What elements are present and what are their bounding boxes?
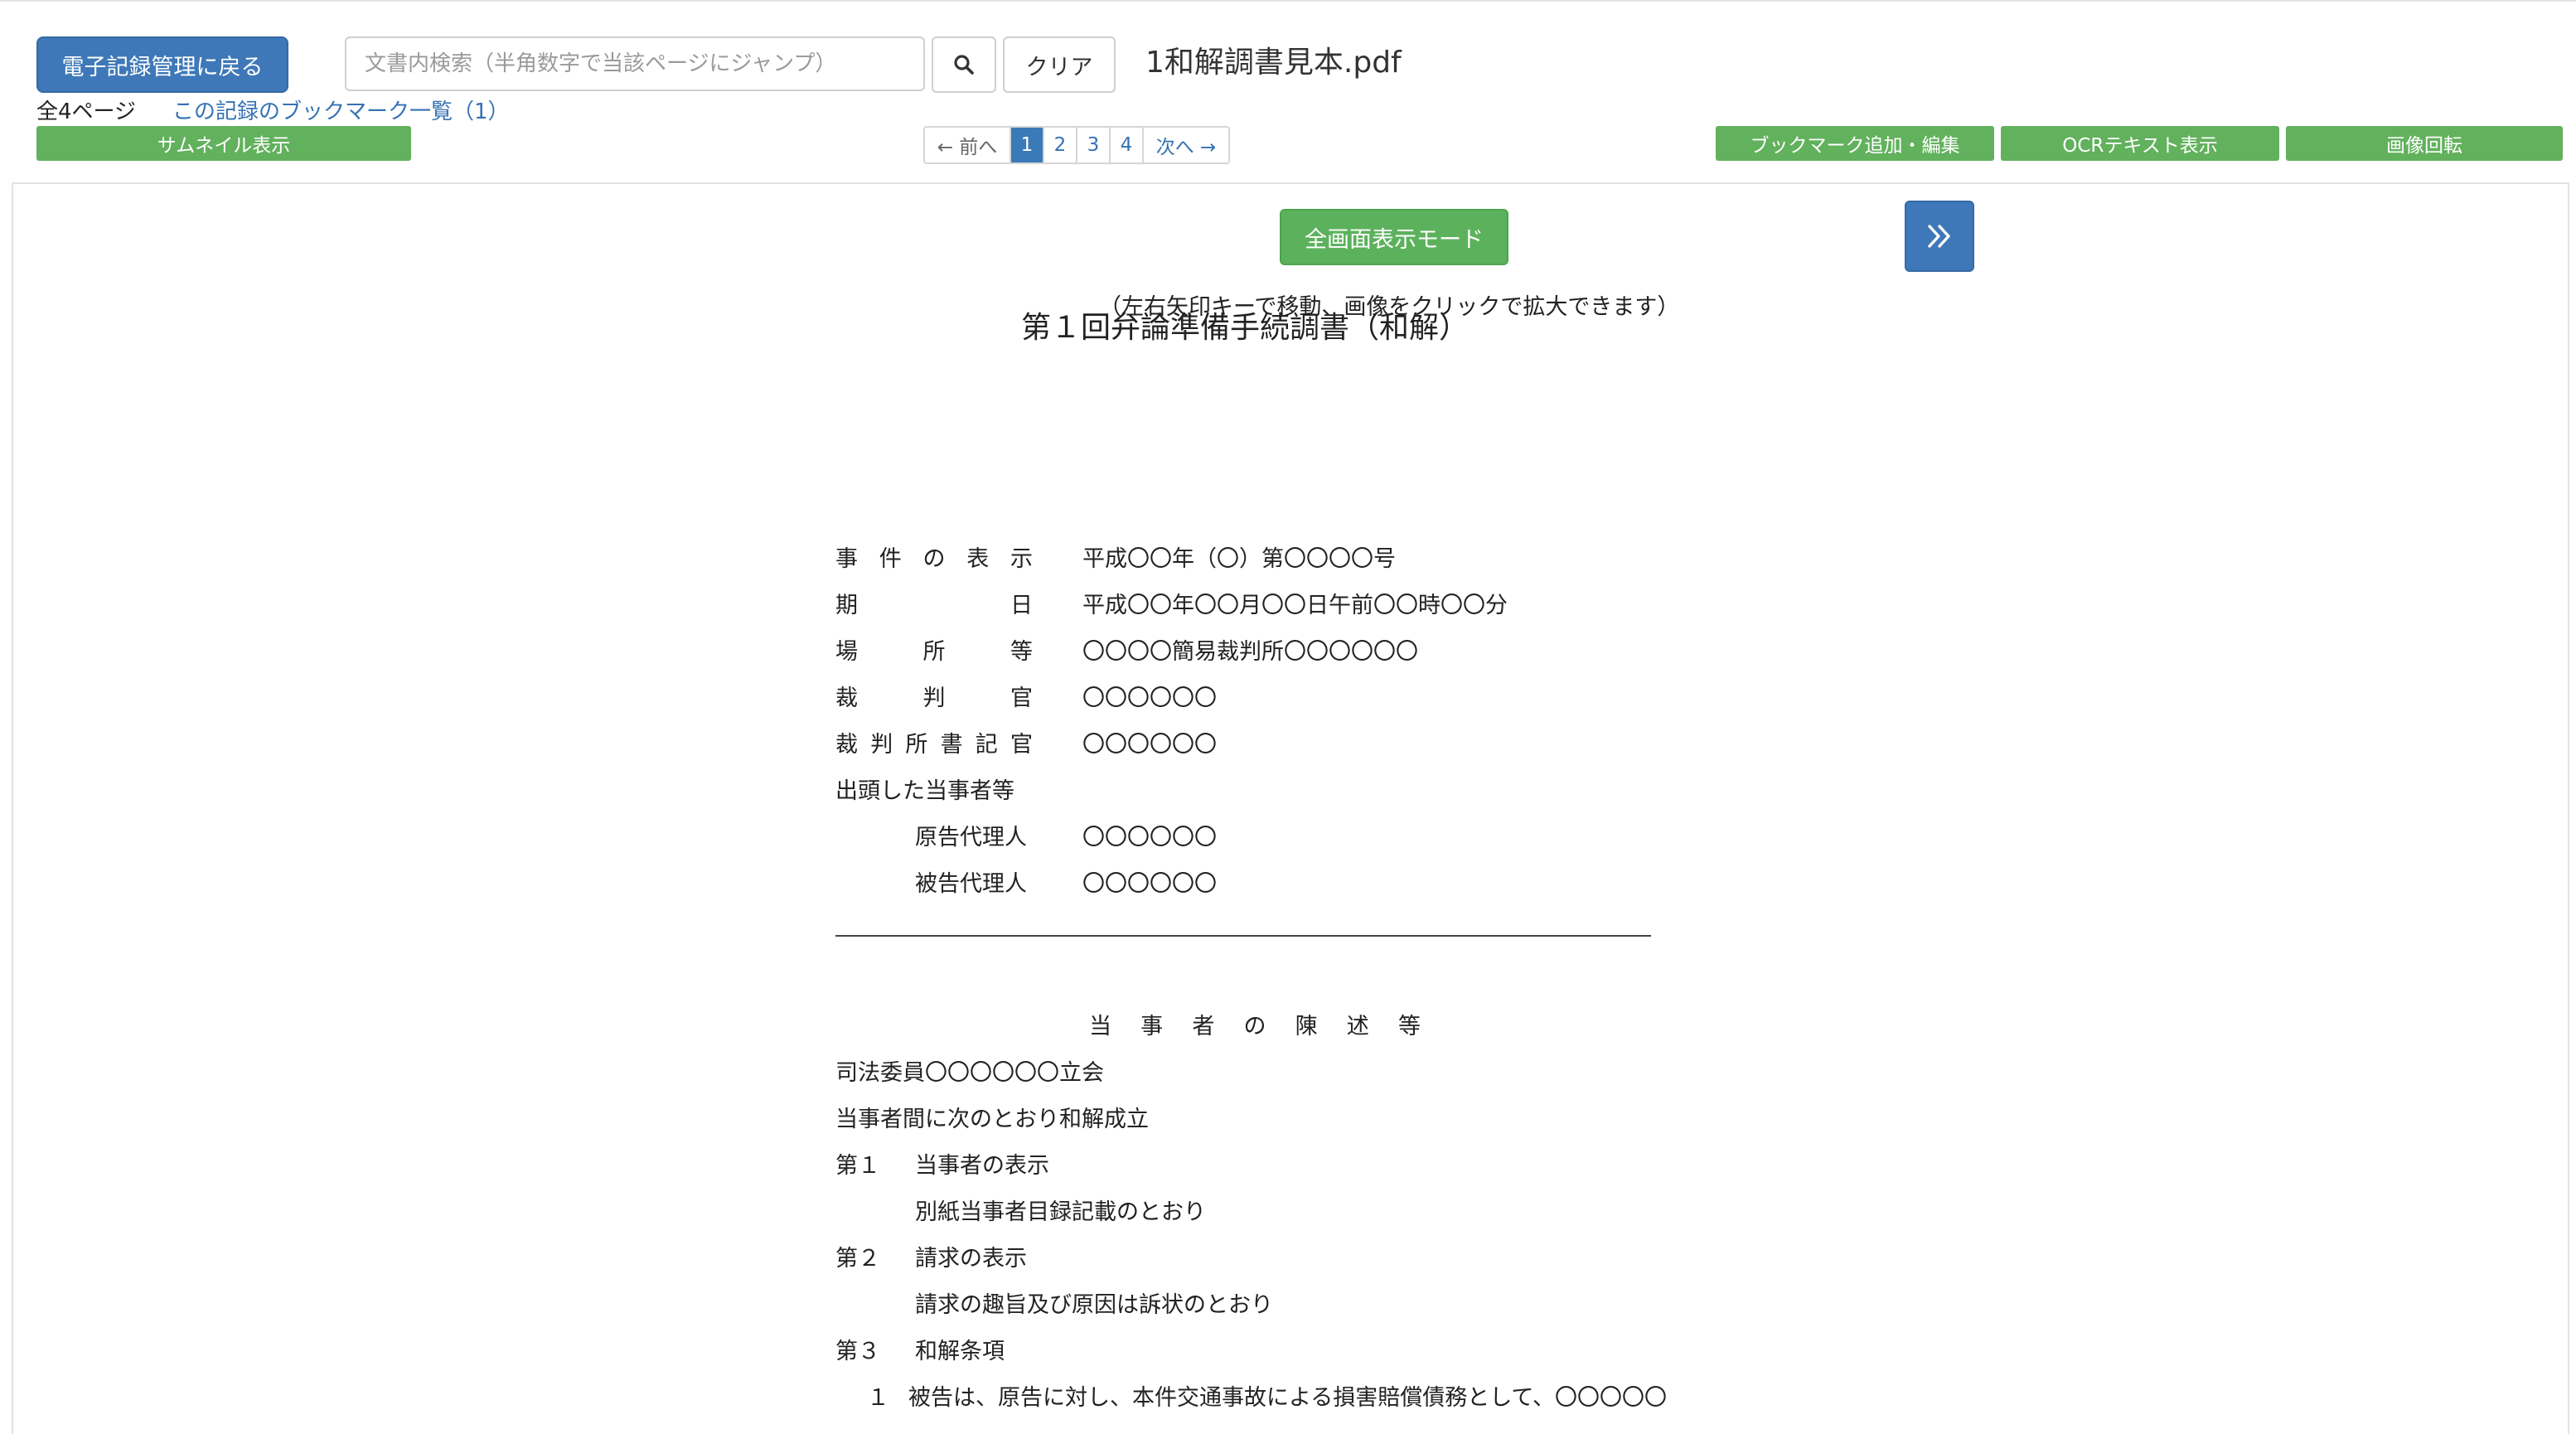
field-value: 平成〇〇年（〇）第〇〇〇〇号 [1082, 546, 1396, 572]
ocr-text-button[interactable]: OCRテキスト表示 [2001, 126, 2279, 161]
fullscreen-mode-button[interactable]: 全画面表示モード [1280, 209, 1508, 265]
item-number: 第１ [835, 1153, 880, 1179]
clear-button[interactable]: クリア [1003, 36, 1116, 93]
party-value: 〇〇〇〇〇〇 [1082, 871, 1217, 897]
pagination: ← 前へ 1 2 3 4 次へ → [923, 126, 1230, 164]
field-value: 〇〇〇〇簡易裁判所〇〇〇〇〇〇 [1082, 639, 1418, 665]
item-number: 第３ [835, 1339, 880, 1364]
item-title: 和解条項 [915, 1339, 1005, 1364]
document-filename: 1和解調書見本.pdf [1145, 46, 1402, 80]
item-title: 請求の表示 [915, 1246, 1027, 1272]
clause-number: １ [867, 1385, 889, 1411]
field-label: 場所等 [835, 639, 1033, 665]
field-value: 〇〇〇〇〇〇 [1082, 732, 1217, 758]
back-to-records-button[interactable]: 電子記録管理に戻る [36, 36, 288, 93]
field-value: 平成〇〇年〇〇月〇〇日午前〇〇時〇〇分 [1082, 593, 1508, 618]
prev-page-link[interactable]: ← 前へ [925, 128, 1010, 162]
page-link-1[interactable]: 1 [1010, 128, 1043, 162]
item-body: 別紙当事者目録記載のとおり [915, 1199, 1206, 1225]
page-link-3[interactable]: 3 [1076, 128, 1109, 162]
document-viewer: 全画面表示モード （左右矢印キーで移動、画像をクリックで拡大できます） [12, 182, 2569, 1434]
next-page-arrow-button[interactable] [1905, 201, 1974, 272]
item-body: 請求の趣旨及び原因は訴状のとおり [915, 1292, 1273, 1318]
field-label: 裁判官 [835, 686, 1033, 711]
document-title: 第１回弁論準備手続調書（和解） [1021, 311, 1470, 345]
party-value: 〇〇〇〇〇〇 [1082, 825, 1217, 850]
document-divider [835, 935, 1651, 937]
section-heading: 当事者の陳述等 [1089, 1014, 1421, 1039]
page-link-4[interactable]: 4 [1109, 128, 1142, 162]
page-count: 全4ページ [36, 99, 137, 124]
page-link-2[interactable]: 2 [1043, 128, 1076, 162]
item-number: 第２ [835, 1246, 880, 1272]
top-border [0, 0, 2576, 2]
thumbnail-view-button[interactable]: サムネイル表示 [36, 126, 411, 161]
body-line: 当事者間に次のとおり和解成立 [835, 1107, 1149, 1132]
search-button[interactable] [932, 36, 996, 93]
bookmark-list-link[interactable]: この記録のブックマーク一覧（1） [172, 94, 510, 125]
clause-text: 被告は、原告に対し、本件交通事故による損害賠償債務として、〇〇〇〇〇 [908, 1385, 1668, 1411]
parties-heading: 出頭した当事者等 [835, 778, 1014, 804]
field-label: 裁判所書記官 [835, 732, 1033, 758]
body-line: 司法委員〇〇〇〇〇〇立会 [835, 1060, 1104, 1086]
party-label: 原告代理人 [915, 825, 1027, 850]
search-icon [954, 55, 974, 75]
item-title: 当事者の表示 [915, 1153, 1049, 1179]
next-page-link[interactable]: 次へ → [1142, 128, 1228, 162]
document-search-input[interactable] [345, 36, 925, 91]
field-label: 期日 [835, 593, 1033, 618]
field-label: 事件の表示 [835, 546, 1033, 572]
party-label: 被告代理人 [915, 871, 1027, 897]
bookmark-edit-button[interactable]: ブックマーク追加・編集 [1716, 126, 1994, 161]
rotate-image-button[interactable]: 画像回転 [2286, 126, 2563, 161]
field-value: 〇〇〇〇〇〇 [1082, 686, 1217, 711]
double-chevron-right-icon [1928, 225, 1950, 248]
